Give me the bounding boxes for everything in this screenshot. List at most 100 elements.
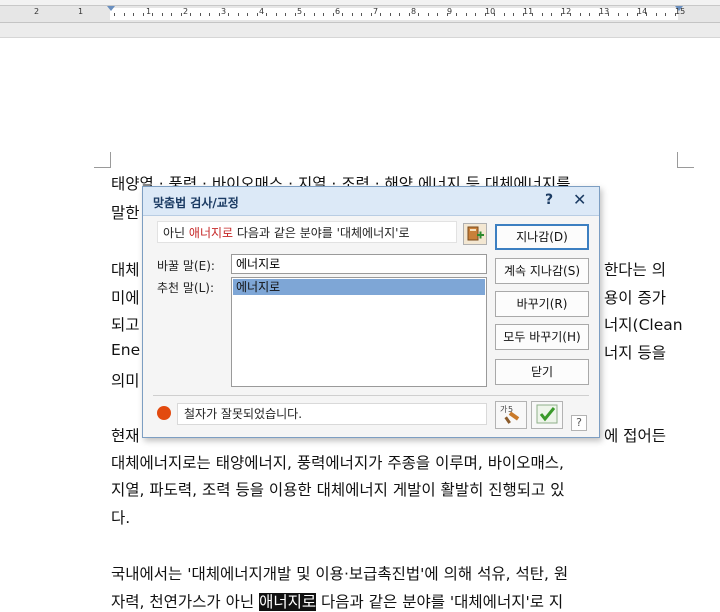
doc-fragment[interactable]: 한다는 의 [604,258,666,280]
ruler-tick [219,13,220,16]
ruler-tick [409,13,410,16]
doc-line[interactable]: 되고 [111,313,140,335]
svg-text:가: 가 [500,405,508,414]
ruler-tick [295,13,296,16]
ruler-tick [599,13,600,16]
hammer-abc-icon: 가 5 [500,405,520,424]
ruler-tick [342,13,343,16]
ruler-tick [314,13,315,16]
doc-line[interactable]: 의미 [111,369,140,391]
spell-options-button[interactable]: 가 5 [495,401,527,429]
ruler-tick [380,13,381,16]
ruler-number: 4 [259,7,265,16]
ruler-tick [200,13,201,16]
replace-all-button[interactable]: 모두 바꾸기(H) [495,324,589,350]
ruler-number: 2 [34,7,40,16]
replace-button[interactable]: 바꾸기(R) [495,291,589,317]
ruler-tick [143,13,144,16]
ruler-tick [162,13,163,16]
skip-button[interactable]: 지나감(D) [495,224,589,250]
doc-line[interactable]: 지열, 파도력, 조력 등을 이용한 대체에너지 게발이 활발히 진행되고 있 [111,478,564,500]
left-indent-marker[interactable] [107,6,115,11]
ruler-tick [171,13,172,16]
ruler-tick [542,13,543,16]
dialog-title: 맞춤법 검사/교정 [153,196,239,210]
doc-line[interactable]: 국내에서는 '대체에너지개발 및 이용·보급촉진법'에 의해 석유, 석탄, 원 [111,562,568,584]
ruler-tick [190,13,191,16]
skip-all-button[interactable]: 계속 지나감(S) [495,258,589,284]
crop-mark [678,167,694,168]
replace-input[interactable]: 에너지로 [231,254,487,274]
ruler-number: 3 [221,7,227,16]
ruler-number: 5 [297,7,303,16]
doc-line[interactable]: Ene [111,341,140,359]
ruler-tick [418,13,419,16]
ruler-tick [513,13,514,16]
ruler-tick [304,13,305,16]
doc-line[interactable]: 다. [111,506,130,528]
add-to-dictionary-button[interactable] [463,223,487,245]
context-text: 아닌 [163,226,189,240]
doc-line[interactable]: 현재 [111,424,140,446]
ruler-tick [333,13,334,16]
doc-line[interactable]: 말한 [111,201,140,223]
ruler-tick [428,13,429,16]
ruler-tick [494,13,495,16]
horizontal-ruler[interactable]: 2 1 1 2 3 4 5 6 7 8 9 10 11 12 13 14 15 [0,6,720,23]
crop-mark [94,167,110,168]
ruler-tick [361,13,362,16]
spellcheck-dialog: 맞춤법 검사/교정 ? ✕ 아닌 애너지로 다음과 같은 분야를 '대체에너지'… [142,186,600,438]
ruler-tick [228,13,229,16]
doc-fragment[interactable]: 너지(Clean [604,313,683,335]
error-status-icon [157,406,171,420]
doc-line[interactable]: 대체 [111,258,140,280]
ruler-tick [485,13,486,16]
ruler-tick [238,13,239,16]
close-icon[interactable]: ✕ [573,190,586,209]
doc-fragment[interactable]: 너지 등을 [604,341,666,363]
doc-text: 자력, 천연가스가 아닌 [111,593,260,611]
error-context-box: 아닌 애너지로 다음과 같은 분야를 '대체에너지'로 [157,221,457,243]
ruler-tick [665,13,666,16]
status-message: 철자가 잘못되었습니다. [177,403,487,425]
ruler-tick [447,13,448,16]
ruler-tick [466,13,467,16]
ruler-tick [656,13,657,16]
ruler-tick [580,13,581,16]
ruler-tick [352,13,353,16]
ruler-tick [475,13,476,16]
checkmark-icon [536,404,558,424]
ruler-text-area [110,8,678,20]
ruler-tick [276,13,277,16]
ruler-tick [390,13,391,16]
doc-line[interactable]: 미에 [111,286,140,308]
help-icon[interactable]: ? [545,192,553,208]
ruler-tick [247,13,248,16]
ruler-number: 7 [373,7,379,16]
context-error-word: 애너지로 [188,226,234,240]
crop-mark [110,152,111,168]
doc-text: 다음과 같은 분야를 '대체에너지'로 지 [316,593,564,611]
ruler-tick [257,13,258,16]
replace-label: 바꿀 말(E): [157,259,215,273]
ruler-tick [646,13,647,16]
doc-line[interactable]: 대체에너지로는 태양에너지, 풍력에너지가 주종을 이루며, 바이오매스, [111,451,564,473]
doc-fragment[interactable]: 에 접어든 [604,424,666,446]
ruler-number: 2 [183,7,189,16]
suggestion-item[interactable]: 에너지로 [233,279,485,295]
dialog-titlebar[interactable]: 맞춤법 검사/교정 ? ✕ [143,187,599,216]
dialog-separator [153,395,589,396]
ruler-tick [323,13,324,16]
selected-misspelling[interactable]: 애너지로 [259,593,317,611]
suggestion-list[interactable]: 에너지로 [231,277,487,387]
ruler-tick [133,13,134,16]
dictionary-add-icon [467,226,484,241]
ruler-tick [627,13,628,16]
ruler-tick [399,13,400,16]
help-small-icon[interactable]: ? [571,415,587,431]
close-button[interactable]: 닫기 [495,359,589,385]
ruler-tick [152,13,153,16]
spell-check-confirm-button[interactable] [531,401,563,429]
ruler-tick [504,13,505,16]
doc-fragment[interactable]: 용이 증가 [604,286,666,308]
